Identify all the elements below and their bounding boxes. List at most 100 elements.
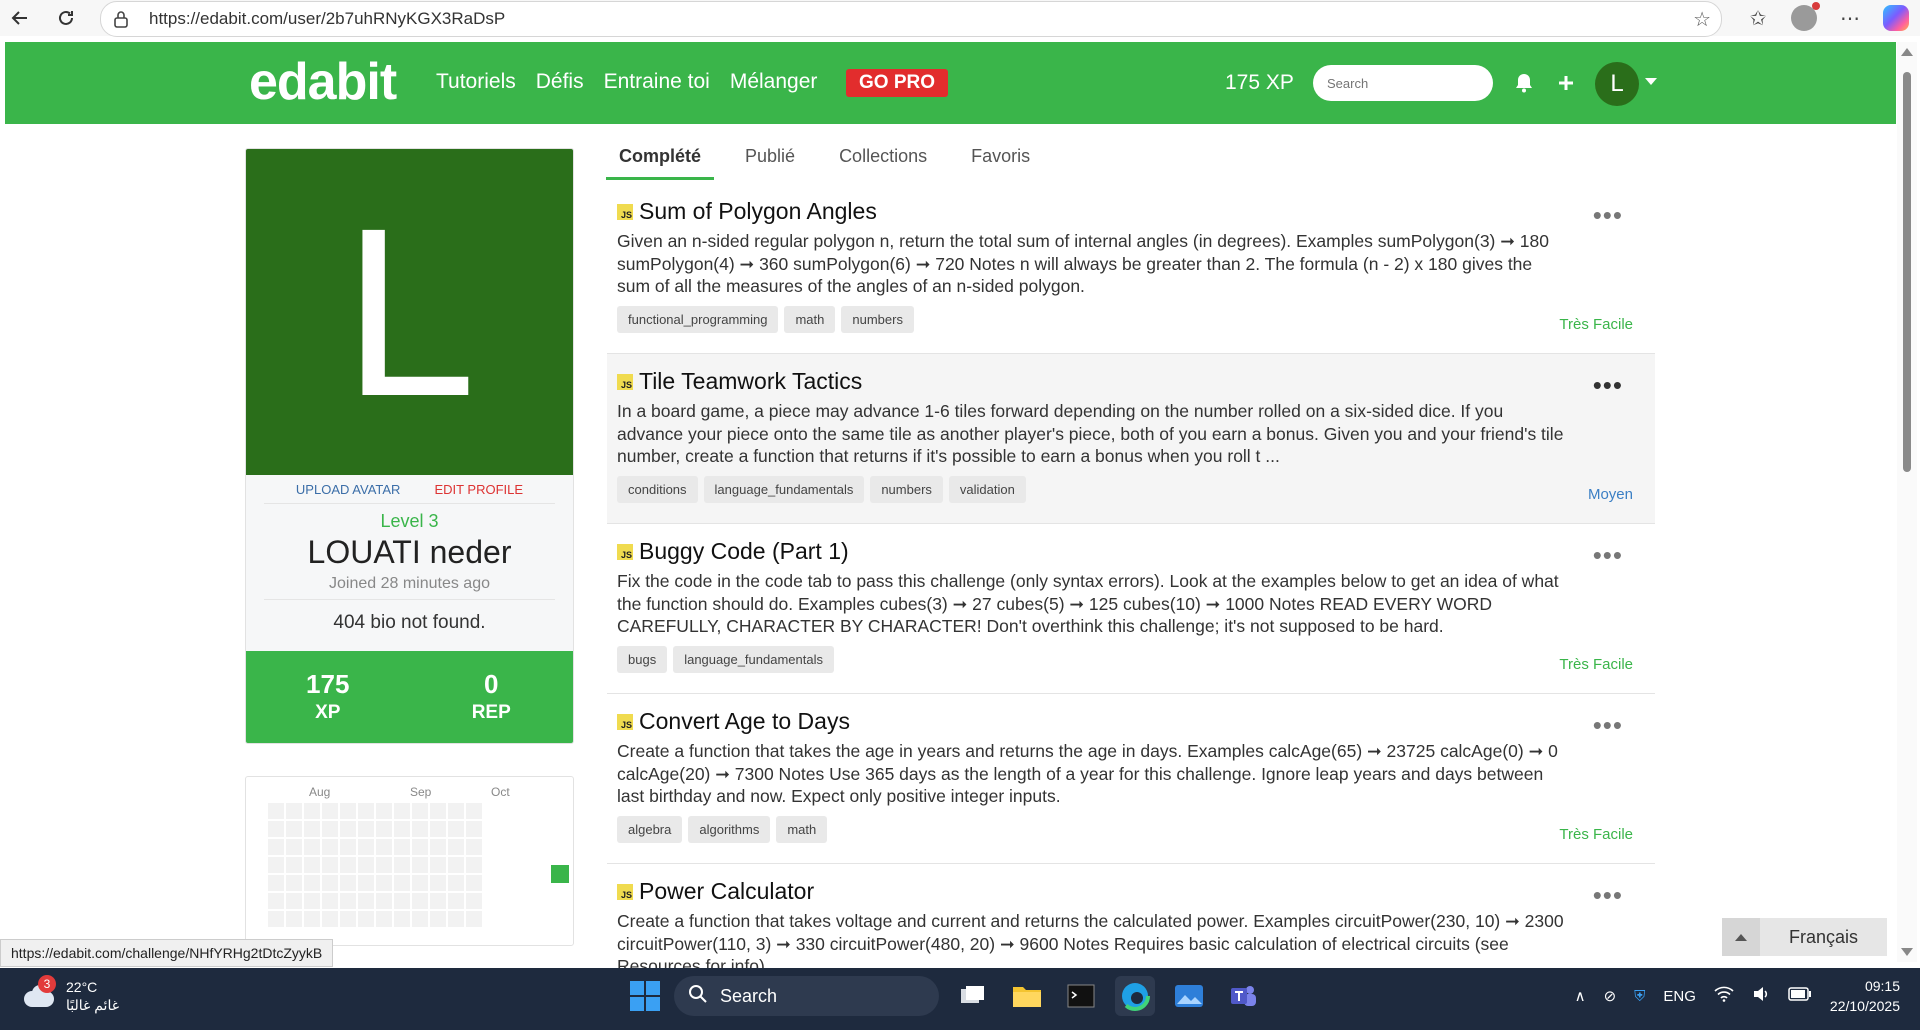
volume-icon[interactable] <box>1752 986 1770 1006</box>
heatmap-cell <box>412 911 428 927</box>
heatmap-cell <box>412 803 428 819</box>
chevron-up-icon[interactable] <box>1722 918 1760 956</box>
profile-avatar: L <box>246 149 573 475</box>
security-shield-icon[interactable]: ⛨ <box>1634 988 1645 1005</box>
file-explorer-icon[interactable] <box>1007 976 1047 1016</box>
heatmap-cell <box>376 857 392 873</box>
bell-icon[interactable] <box>1508 67 1540 99</box>
task-view-icon[interactable] <box>953 976 993 1016</box>
url-text: https://edabit.com/user/2b7uhRNyKGX3RaDs… <box>149 9 506 28</box>
scroll-up-icon[interactable] <box>1901 48 1913 56</box>
teams-icon[interactable] <box>1223 976 1263 1016</box>
edabit-logo[interactable]: edabit <box>249 52 397 112</box>
search-input[interactable] <box>1313 65 1493 101</box>
challenge-tag[interactable]: math <box>776 816 828 843</box>
challenge-tag[interactable]: functional_programming <box>617 306 779 333</box>
tab-collections[interactable]: Collections <box>826 140 940 180</box>
challenge-title[interactable]: Convert Age to Days <box>639 708 850 735</box>
edge-browser-icon[interactable] <box>1115 976 1155 1016</box>
challenge-tag[interactable]: validation <box>948 476 1026 503</box>
tab-favoris[interactable]: Favoris <box>958 140 1043 180</box>
heatmap-cell <box>304 857 320 873</box>
heatmap-cell <box>286 839 302 855</box>
challenge-description: Create a function that takes the age in … <box>617 741 1558 806</box>
profile-icon[interactable] <box>1788 2 1820 34</box>
challenge-tag[interactable]: algorithms <box>688 816 771 843</box>
challenge-tag[interactable]: algebra <box>617 816 683 843</box>
challenge-title[interactable]: Power Calculator <box>639 878 814 905</box>
back-icon[interactable] <box>0 0 40 36</box>
heatmap-cell <box>268 911 284 927</box>
challenge-title[interactable]: Tile Teamwork Tactics <box>639 368 862 395</box>
language-label: Français <box>1788 926 1859 947</box>
challenge-item[interactable]: JS Convert Age to Days Create a function t… <box>607 694 1655 864</box>
nav-tutoriels[interactable]: Tutoriels <box>436 70 516 94</box>
favorites-icon[interactable]: ✩ <box>1742 2 1774 34</box>
challenge-tag[interactable]: conditions <box>617 476 698 503</box>
more-options-icon[interactable]: ••• <box>1593 882 1623 908</box>
more-menu-icon[interactable]: ⋯ <box>1834 2 1866 34</box>
xp-label: XP <box>315 702 341 723</box>
nav-melanger[interactable]: Mélanger <box>730 70 818 94</box>
profile-card: L UPLOAD AVATAR EDIT PROFILE Level 3 LOU… <box>245 148 574 744</box>
plus-icon[interactable] <box>1550 67 1582 99</box>
input-language[interactable]: ENG <box>1663 988 1696 1005</box>
favorite-star-icon[interactable]: ☆ <box>1693 7 1711 32</box>
windows-start-icon[interactable] <box>630 981 660 1011</box>
more-options-icon[interactable]: ••• <box>1593 712 1623 738</box>
challenge-item[interactable]: JS Buggy Code (Part 1) Fix the code in the… <box>607 524 1655 694</box>
nav-defis[interactable]: Défis <box>536 70 584 94</box>
taskbar-search[interactable]: Search <box>674 976 939 1016</box>
heatmap-cell <box>448 821 464 837</box>
weather-description: غائم غالبًا <box>66 997 120 1013</box>
address-bar[interactable]: https://edabit.com/user/2b7uhRNyKGX3RaDs… <box>100 1 1722 37</box>
challenge-item[interactable]: JS Sum of Polygon Angles Given an n-sided … <box>607 184 1655 354</box>
tab-complete[interactable]: Complété <box>606 140 715 180</box>
challenge-tag[interactable]: numbers <box>870 476 943 503</box>
user-avatar[interactable]: L <box>1595 62 1639 106</box>
scroll-down-icon[interactable] <box>1901 948 1913 956</box>
more-options-icon[interactable]: ••• <box>1593 202 1623 228</box>
heatmap-cell <box>322 875 338 891</box>
chevron-down-icon[interactable] <box>1645 78 1657 85</box>
language-selector[interactable]: Français <box>1722 918 1887 956</box>
wifi-icon[interactable] <box>1714 986 1734 1006</box>
challenge-tag[interactable]: numbers <box>841 306 914 333</box>
challenge-item[interactable]: JS Power Calculator Create a function that… <box>607 864 1655 969</box>
battery-icon[interactable] <box>1788 987 1812 1005</box>
heatmap-active-cell[interactable] <box>551 865 569 883</box>
heatmap-cell <box>286 875 302 891</box>
edit-profile-link[interactable]: EDIT PROFILE <box>434 482 523 497</box>
site-info-icon[interactable] <box>113 10 137 28</box>
weather-widget[interactable]: 3 22°C غائم غالبًا <box>20 975 120 1014</box>
challenge-title[interactable]: Buggy Code (Part 1) <box>639 538 849 565</box>
refresh-icon[interactable] <box>46 0 86 36</box>
heatmap-cell <box>430 911 446 927</box>
upload-avatar-link[interactable]: UPLOAD AVATAR <box>296 482 401 497</box>
heatmap-cell <box>340 893 356 909</box>
copilot-icon[interactable] <box>1880 2 1912 34</box>
challenge-tag[interactable]: bugs <box>617 646 668 673</box>
difficulty-label: Moyen <box>1587 486 1633 503</box>
challenge-item[interactable]: JS Tile Teamwork Tactics In a board game, … <box>607 354 1655 524</box>
nav-entraine-toi[interactable]: Entraine toi <box>604 70 710 94</box>
challenge-tag[interactable]: language_fundamentals <box>703 476 865 503</box>
tab-publie[interactable]: Publié <box>732 140 808 180</box>
heatmap-cell <box>304 821 320 837</box>
network-off-icon[interactable]: ⊘ <box>1604 987 1617 1005</box>
terminal-icon[interactable] <box>1061 976 1101 1016</box>
scroll-thumb[interactable] <box>1903 72 1911 472</box>
windows-taskbar: 3 22°C غائم غالبًا Search ∧ ⊘ ⛨ ENG 09:1… <box>0 968 1920 1030</box>
page-scrollbar[interactable] <box>1897 42 1917 962</box>
system-clock[interactable]: 09:15 22/10/2025 <box>1830 976 1900 1016</box>
challenge-tag[interactable]: language_fundamentals <box>673 646 834 673</box>
heatmap-cell <box>340 821 356 837</box>
more-options-icon[interactable]: ••• <box>1593 542 1623 568</box>
challenge-tag[interactable]: math <box>784 306 836 333</box>
challenge-title[interactable]: Sum of Polygon Angles <box>639 198 877 225</box>
more-options-icon[interactable]: ••• <box>1593 372 1623 398</box>
chevron-up-icon[interactable]: ∧ <box>1575 987 1586 1005</box>
heatmap-cell <box>466 839 482 855</box>
go-pro-button[interactable]: GO PRO <box>846 69 949 97</box>
photos-icon[interactable] <box>1169 976 1209 1016</box>
